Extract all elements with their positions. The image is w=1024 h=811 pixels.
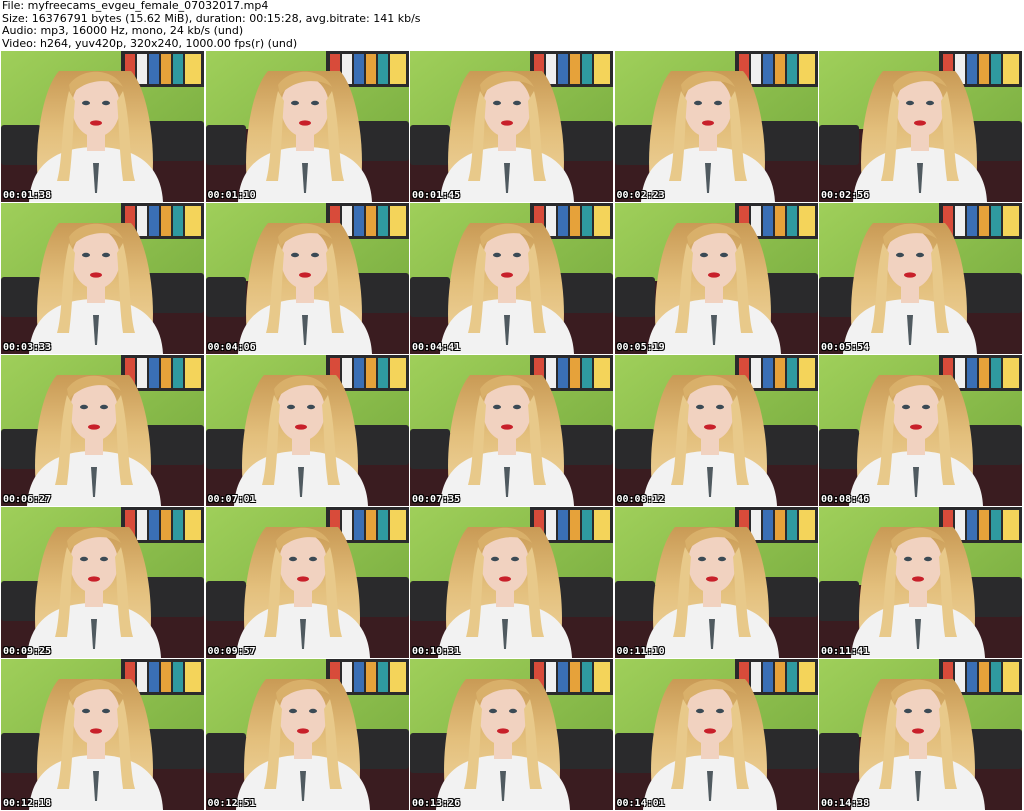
video-frame-thumbnail: 00:08:12	[614, 355, 818, 506]
frame-timestamp: 00:08:12	[616, 494, 665, 505]
video-frame-thumbnail: 00:13:26	[410, 659, 613, 810]
frame-timestamp: 00:02:56	[821, 190, 870, 201]
frame-image	[819, 203, 1022, 354]
frame-timestamp: 00:14:01	[616, 798, 665, 809]
frame-image	[819, 659, 1022, 810]
frame-timestamp: 00:04:06	[207, 342, 256, 353]
video-frame-thumbnail: 00:04:06	[205, 203, 409, 354]
video-frame-thumbnail: 00:01:10	[205, 51, 409, 202]
frame-image	[410, 355, 613, 506]
frame-image	[205, 51, 409, 202]
frame-timestamp: 00:09:25	[3, 646, 52, 657]
video-frame-thumbnail: 00:14:38	[819, 659, 1022, 810]
video-frame-thumbnail: 00:01:45	[410, 51, 613, 202]
video-frame-thumbnail: 00:02:23	[614, 51, 818, 202]
frame-image	[205, 203, 409, 354]
frame-timestamp: 00:02:23	[616, 190, 665, 201]
video-frame-thumbnail: 00:11:41	[819, 507, 1022, 658]
frame-image	[205, 507, 409, 658]
frame-timestamp: 00:14:38	[821, 798, 870, 809]
frame-image	[819, 51, 1022, 202]
video-frame-thumbnail: 00:12:51	[205, 659, 409, 810]
frame-timestamp: 00:07:35	[412, 494, 461, 505]
video-frame-thumbnail: 00:08:46	[819, 355, 1022, 506]
video-frame-thumbnail: 00:07:01	[205, 355, 409, 506]
frame-image	[819, 507, 1022, 658]
frame-image	[614, 507, 818, 658]
frame-timestamp: 00:03:33	[3, 342, 52, 353]
video-frame-thumbnail: 00:12:18	[1, 659, 204, 810]
frame-timestamp: 00:12:18	[3, 798, 52, 809]
frame-image	[205, 659, 409, 810]
frame-image	[819, 355, 1022, 506]
frame-timestamp: 00:01:10	[207, 190, 256, 201]
video-frame-thumbnail: 00:07:35	[410, 355, 613, 506]
frame-image	[1, 51, 204, 202]
video-info-line: Video: h264, yuv420p, 320x240, 1000.00 f…	[2, 37, 298, 50]
frame-timestamp: 00:06:27	[3, 494, 52, 505]
video-frame-thumbnail: 00:05:54	[819, 203, 1022, 354]
frame-timestamp: 00:11:41	[821, 646, 870, 657]
video-frame-thumbnail: 00:10:31	[410, 507, 613, 658]
frame-image	[410, 659, 613, 810]
frame-image	[1, 507, 204, 658]
frame-timestamp: 00:11:10	[616, 646, 665, 657]
frame-timestamp: 00:09:57	[207, 646, 256, 657]
frame-timestamp: 00:05:19	[616, 342, 665, 353]
frame-image	[410, 203, 613, 354]
frame-timestamp: 00:01:38	[3, 190, 52, 201]
frame-timestamp: 00:05:54	[821, 342, 870, 353]
video-frame-thumbnail: 00:01:38	[1, 51, 204, 202]
frame-timestamp: 00:01:45	[412, 190, 461, 201]
frame-timestamp: 00:13:26	[412, 798, 461, 809]
frame-image	[1, 203, 204, 354]
video-frame-thumbnail: 00:14:01	[614, 659, 818, 810]
file-name-line: File: myfreecams_evgeu_female_07032017.m…	[2, 0, 269, 12]
frame-image	[614, 51, 818, 202]
frame-image	[1, 659, 204, 810]
frame-timestamp: 00:12:51	[207, 798, 256, 809]
frame-image	[205, 355, 409, 506]
frame-timestamp: 00:04:41	[412, 342, 461, 353]
video-frame-thumbnail: 00:11:10	[614, 507, 818, 658]
frame-image	[614, 203, 818, 354]
video-frame-thumbnail: 00:04:41	[410, 203, 613, 354]
frame-timestamp: 00:07:01	[207, 494, 256, 505]
video-frame-thumbnail: 00:03:33	[1, 203, 204, 354]
frame-image	[1, 355, 204, 506]
frame-image	[614, 355, 818, 506]
audio-info-line: Audio: mp3, 16000 Hz, mono, 24 kb/s (und…	[2, 25, 244, 37]
frame-image	[614, 659, 818, 810]
size-duration-line: Size: 16376791 bytes (15.62 MiB), durati…	[2, 12, 421, 25]
frame-timestamp: 00:08:46	[821, 494, 870, 505]
thumbnail-grid: 00:01:38 00:01:10 00:01:45 00:02:23 00:02:56…	[1, 51, 1022, 810]
video-frame-thumbnail: 00:05:19	[614, 203, 818, 354]
frame-image	[410, 507, 613, 658]
frame-timestamp: 00:10:31	[412, 646, 461, 657]
video-info-header: File: myfreecams_evgeu_female_07032017.m…	[2, 0, 1022, 50]
video-frame-thumbnail: 00:09:57	[205, 507, 409, 658]
video-frame-thumbnail: 00:06:27	[1, 355, 204, 506]
video-frame-thumbnail: 00:09:25	[1, 507, 204, 658]
frame-image	[410, 51, 613, 202]
video-frame-thumbnail: 00:02:56	[819, 51, 1022, 202]
